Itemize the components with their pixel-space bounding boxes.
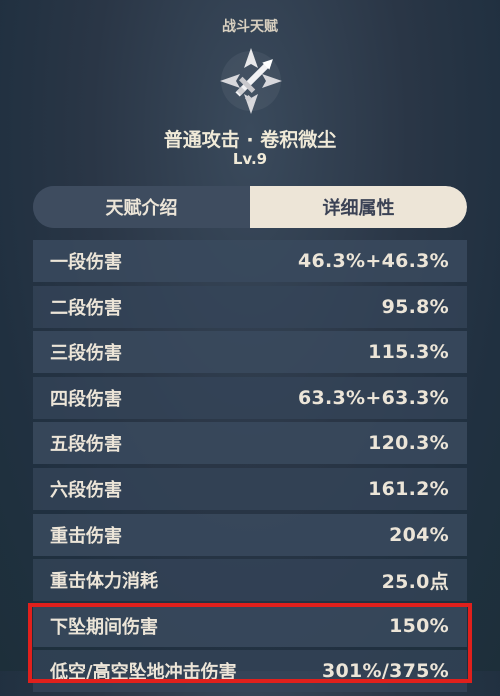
attribute-value: 95.8% <box>381 295 449 318</box>
attribute-row: 二段伤害 95.8% <box>33 285 467 328</box>
attribute-label: 三段伤害 <box>50 343 122 365</box>
attribute-row: 重击体力消耗 25.0点 <box>33 559 467 602</box>
highlight-annotation-box <box>28 603 472 683</box>
attribute-row: 重击伤害 204% <box>33 513 467 556</box>
attribute-label: 六段伤害 <box>50 479 122 501</box>
sword-emblem-icon <box>220 48 282 114</box>
attribute-value: 63.3%+63.3% <box>297 386 449 409</box>
attribute-value: 161.2% <box>368 477 449 500</box>
talent-category-label: 战斗天赋 <box>222 19 278 35</box>
attribute-label: 四段伤害 <box>50 388 122 410</box>
attribute-value: 204% <box>389 523 449 546</box>
attribute-value: 25.0点 <box>381 570 449 593</box>
attribute-row: 六段伤害 161.2% <box>33 467 467 510</box>
attribute-value: 46.3%+46.3% <box>297 250 449 272</box>
attribute-label: 一段伤害 <box>50 252 122 273</box>
attribute-value: 120.3% <box>368 432 449 455</box>
talent-name: 普通攻击 · 卷积微尘 <box>163 129 337 151</box>
talent-tabs: 天赋介绍 详细属性 <box>33 186 467 228</box>
talent-level: Lv.9 <box>232 150 268 168</box>
attribute-label: 重击伤害 <box>50 525 122 547</box>
attribute-row: 一段伤害 46.3%+46.3% <box>33 240 467 282</box>
tab-detailed-attributes[interactable]: 详细属性 <box>250 186 467 228</box>
tab-talent-intro[interactable]: 天赋介绍 <box>33 186 250 228</box>
attribute-label: 五段伤害 <box>50 434 122 456</box>
attribute-row: 四段伤害 63.3%+63.3% <box>33 376 467 419</box>
attribute-row: 五段伤害 120.3% <box>33 422 467 465</box>
attribute-label: 二段伤害 <box>50 297 122 319</box>
attribute-label: 重击体力消耗 <box>50 571 158 593</box>
attribute-row: 三段伤害 115.3% <box>33 331 467 374</box>
attribute-value: 115.3% <box>368 341 449 364</box>
